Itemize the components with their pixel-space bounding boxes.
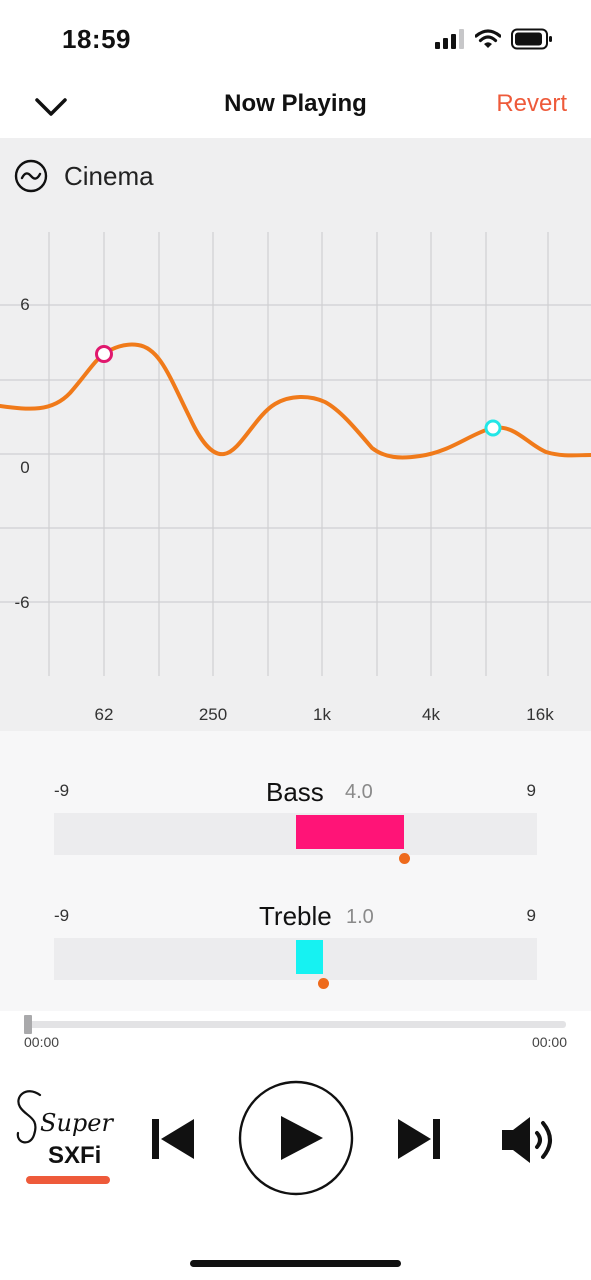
treble-label: Treble	[259, 901, 332, 931]
treble-min-label: -9	[54, 906, 70, 925]
status-bar: 18:59	[0, 0, 591, 78]
status-time: 18:59	[62, 24, 131, 54]
bass-fill	[296, 815, 404, 849]
treble-slider[interactable]	[54, 938, 537, 989]
eq-x-label: 4k	[422, 705, 440, 724]
treble-handle[interactable]	[484, 419, 502, 437]
volume-icon	[502, 1117, 552, 1163]
treble-max-label: 9	[526, 906, 536, 925]
previous-track-icon	[152, 1119, 194, 1159]
total-time: 00:00	[531, 1034, 567, 1050]
bass-max-label: 9	[526, 781, 536, 800]
progress-track[interactable]	[24, 1021, 566, 1028]
treble-slider-row: -9 Treble 1.0 9	[0, 901, 591, 1006]
bass-slider-knob[interactable]	[399, 853, 410, 864]
eq-x-label: 250	[199, 705, 227, 724]
eq-curve	[0, 342, 591, 460]
cellular-signal-icon	[435, 29, 464, 49]
eq-x-label: 62	[95, 705, 114, 724]
progress-thumb[interactable]	[24, 1015, 32, 1034]
home-indicator	[190, 1260, 401, 1267]
eq-x-labels: 62 250 1k 4k 16k	[95, 705, 555, 724]
playback-controls: Super SXFi	[0, 1071, 591, 1211]
playback-progress: 00:00 00:00	[0, 1011, 591, 1071]
revert-button[interactable]: Revert	[496, 90, 567, 118]
equalizer-panel: 6 0 -6 62 250 1k 4k 16k Cinema	[0, 138, 591, 731]
eq-x-label: 1k	[313, 705, 331, 724]
eq-grid	[0, 232, 591, 676]
elapsed-time: 00:00	[24, 1034, 60, 1050]
eq-x-label: 16k	[526, 705, 554, 724]
play-icon	[238, 1080, 354, 1196]
wifi-icon	[475, 29, 501, 48]
play-button[interactable]	[237, 1079, 355, 1202]
status-icons	[435, 28, 553, 50]
preset-name: Cinema	[64, 160, 154, 191]
volume-button[interactable]	[500, 1115, 566, 1170]
sxfi-brand: SXFi	[48, 1142, 101, 1169]
bass-min-label: -9	[54, 781, 70, 800]
preset-selector[interactable]: Cinema	[14, 158, 154, 194]
battery-icon	[511, 28, 552, 50]
sxfi-button[interactable]: Super SXFi	[10, 1079, 118, 1178]
eq-graph[interactable]: 6 0 -6 62 250 1k 4k 16k	[0, 138, 591, 731]
sxfi-word: Super	[40, 1109, 114, 1137]
treble-fill	[296, 940, 323, 974]
previous-track-button[interactable]	[148, 1115, 198, 1168]
eq-y-label: 6	[20, 295, 29, 314]
treble-slider-knob[interactable]	[318, 978, 329, 989]
sxfi-active-indicator	[26, 1176, 110, 1184]
tone-panel: -9 Bass 4.0 9 -9 Treble 1.0 9	[0, 731, 591, 1011]
eq-y-label: -6	[14, 593, 29, 612]
bass-slider[interactable]	[54, 813, 537, 864]
bass-label: Bass	[266, 777, 324, 807]
sxfi-logo-icon: Super SXFi	[16, 1090, 114, 1169]
bass-slider-row: -9 Bass 4.0 9	[0, 777, 591, 881]
bass-value: 4.0	[345, 781, 373, 803]
next-track-icon	[398, 1119, 440, 1159]
waveform-icon	[14, 159, 48, 193]
nav-bar: Now Playing Revert	[0, 78, 591, 138]
eq-y-label: 0	[20, 458, 29, 477]
treble-value: 1.0	[346, 906, 374, 928]
bass-handle[interactable]	[95, 345, 113, 363]
next-track-button[interactable]	[394, 1115, 444, 1168]
